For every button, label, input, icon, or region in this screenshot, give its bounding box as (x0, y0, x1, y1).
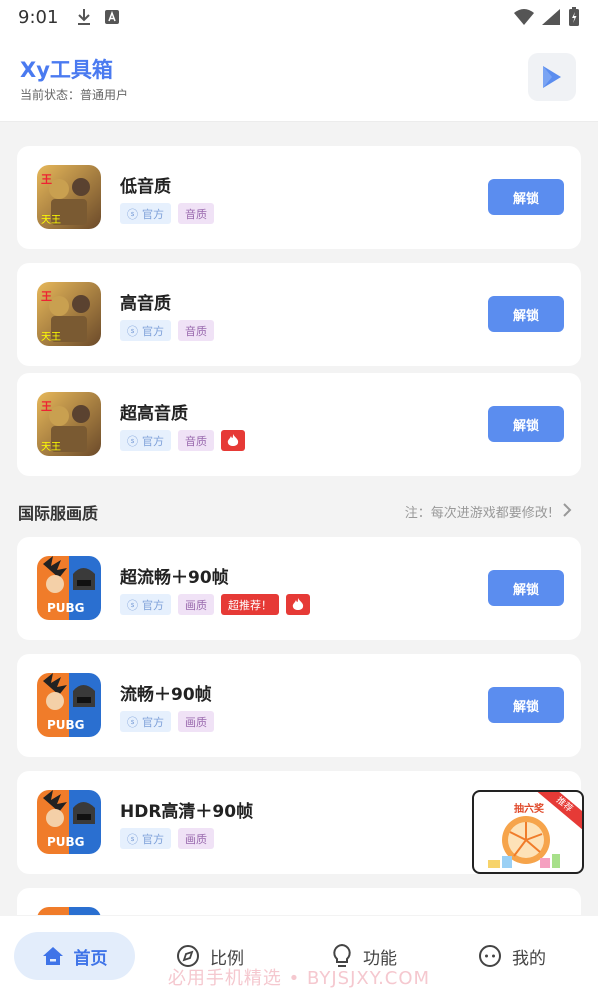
card-smooth: PUBG 流畅＋90帧 ⓢ 官方 画质 解锁 (17, 654, 581, 757)
official-icon: ⓢ (127, 832, 138, 846)
battery-icon (569, 7, 579, 26)
tag-category: 画质 (178, 594, 214, 615)
svg-text:王: 王 (41, 400, 52, 413)
game-icon-cn: 王天王 (37, 392, 101, 456)
card-title: 高音质 (120, 294, 171, 314)
tag-list: ⓢ 官方 画质 (120, 828, 214, 849)
card-ultra-audio: 王天王 超高音质 ⓢ 官方 音质 解锁 (17, 373, 581, 476)
game-icon-cn: 王天王 (37, 282, 101, 346)
fire-icon (221, 430, 245, 451)
svg-text:PUBG: PUBG (47, 601, 85, 615)
card-title: HDR高清＋90帧 (120, 802, 254, 822)
game-icon-cn: 王天王 (37, 165, 101, 229)
card-title: 低音质 (120, 177, 171, 197)
svg-text:天王: 天王 (41, 332, 61, 343)
tag-official: ⓢ 官方 (120, 711, 171, 732)
tag-category: 画质 (178, 711, 214, 732)
play-button[interactable] (528, 53, 576, 101)
tag-category: 音质 (178, 320, 214, 341)
chevron-right-icon (563, 503, 572, 517)
app-title: Xy工具箱 (20, 58, 113, 82)
section-header[interactable]: 国际服画质 注：每次进游戏都要修改! (0, 496, 598, 524)
official-icon: ⓢ (127, 434, 138, 448)
official-icon: ⓢ (127, 207, 138, 221)
tag-list: ⓢ 官方 画质 超推荐！ (120, 594, 310, 615)
play-icon (543, 66, 561, 88)
tag-category: 画质 (178, 828, 214, 849)
card-partial (17, 888, 581, 915)
unlock-button[interactable]: 解锁 (488, 406, 564, 442)
tag-official: ⓢ 官方 (120, 203, 171, 224)
unlock-button[interactable]: 解锁 (488, 296, 564, 332)
tag-category: 音质 (178, 430, 214, 451)
unlock-button[interactable]: 解锁 (488, 687, 564, 723)
unlock-button[interactable]: 解锁 (488, 179, 564, 215)
download-icon (78, 9, 91, 25)
unlock-button[interactable]: 解锁 (488, 570, 564, 606)
wifi-icon (514, 9, 534, 25)
official-icon: ⓢ (127, 598, 138, 612)
card-title: 超流畅＋90帧 (120, 568, 229, 588)
recommend-badge: 超推荐！ (221, 594, 279, 615)
ad-title: 抽六奖 (514, 804, 544, 815)
status-bar: 9:01 (0, 0, 598, 34)
prize-wheel-icon (488, 816, 560, 868)
status-system-icons (514, 7, 580, 27)
user-status: 当前状态：普通用户 (20, 88, 129, 102)
card-high-audio: 王天王 高音质 ⓢ 官方 音质 解锁 (17, 263, 581, 366)
status-notification-icons (76, 8, 120, 26)
tag-official: ⓢ 官方 (120, 320, 171, 341)
game-icon-intl (37, 907, 101, 915)
watermark-text: 必用手机精选 • BYJSJXY.COM (167, 968, 431, 989)
card-smooth-plus: PUBG 超流畅＋90帧 ⓢ 官方 画质 超推荐！ 解锁 (17, 537, 581, 640)
tag-official: ⓢ 官方 (120, 430, 171, 451)
fire-icon (286, 594, 310, 615)
tag-list: ⓢ 官方 音质 (120, 430, 245, 451)
font-app-icon (105, 10, 120, 24)
signal-icon (542, 9, 560, 25)
tag-category: 音质 (178, 203, 214, 224)
svg-text:天王: 天王 (41, 442, 61, 453)
tag-list: ⓢ 官方 画质 (120, 711, 214, 732)
game-icon-intl: PUBG (37, 556, 101, 620)
app-header: Xy工具箱 当前状态：普通用户 (0, 34, 598, 122)
tag-list: ⓢ 官方 音质 (120, 203, 214, 224)
section-note: 注：每次进游戏都要修改! (404, 506, 553, 521)
svg-text:PUBG: PUBG (47, 718, 85, 732)
official-icon: ⓢ (127, 715, 138, 729)
card-title: 超高音质 (120, 404, 188, 424)
tag-official: ⓢ 官方 (120, 828, 171, 849)
status-time: 9:01 (18, 6, 59, 28)
svg-text:PUBG: PUBG (47, 835, 85, 849)
game-icon-intl: PUBG (37, 673, 101, 737)
card-title: 流畅＋90帧 (120, 685, 212, 705)
svg-text:天王: 天王 (41, 215, 61, 226)
svg-text:王: 王 (41, 290, 52, 303)
official-icon: ⓢ (127, 324, 138, 338)
card-low-audio: 王天王 低音质 ⓢ 官方 音质 解锁 (17, 146, 581, 249)
game-icon-intl: PUBG (37, 790, 101, 854)
section-title: 国际服画质 (18, 504, 99, 523)
tag-list: ⓢ 官方 音质 (120, 320, 214, 341)
tag-official: ⓢ 官方 (120, 594, 171, 615)
bottom-nav: 首页 比例 功能 我的 必用手机精选 • BYJSJXY.COM (0, 916, 598, 998)
svg-text:王: 王 (41, 173, 52, 186)
floating-lottery-ad[interactable]: 抽六奖 推荐 (472, 790, 584, 874)
